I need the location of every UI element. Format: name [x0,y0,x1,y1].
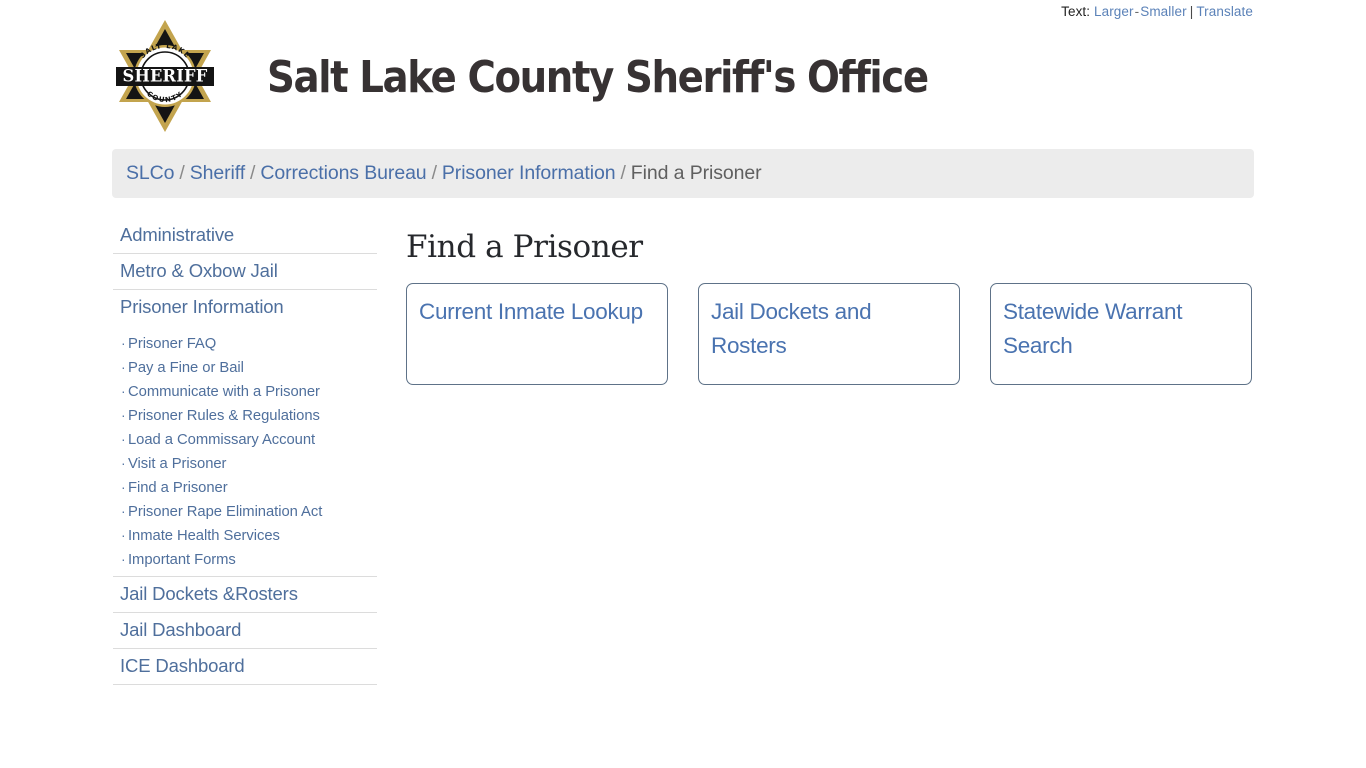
breadcrumb-bar: SLCo / Sheriff / Corrections Bureau / Prisoner… [112,149,1254,198]
breadcrumb-separator: / [431,162,437,184]
badge-banner-text: SHERIFF [123,66,208,85]
breadcrumb-item-corrections-bureau[interactable]: Corrections Bureau [260,162,426,184]
breadcrumb-item-current: Find a Prisoner [630,162,762,184]
main-content: Find a Prisoner Current Inmate Lookup Ja… [406,226,1254,385]
sidebar-subitem-find-a-prisoner[interactable]: · Find a Prisoner [121,476,377,500]
sidebar-subitem-label[interactable]: Communicate with a Prisoner [128,383,320,402]
sidebar-subitem-label[interactable]: Prisoner Rules & Regulations [128,407,320,426]
card-label: Current Inmate Lookup [419,299,643,324]
bullet-icon: · [121,454,126,471]
bullet-icon: · [121,430,126,447]
sidebar-subitem-load-a-commissary-account[interactable]: · Load a Commissary Account [121,428,377,452]
sidebar-navigation: Administrative Metro & Oxbow Jail Prison… [113,218,377,685]
sidebar-item-label[interactable]: Jail Dockets &Rosters [120,582,298,606]
resource-card-row: Current Inmate Lookup Jail Dockets and R… [406,283,1254,385]
sidebar-item-ice-dashboard[interactable]: ICE Dashboard [113,649,377,685]
sidebar-item-administrative[interactable]: Administrative [113,218,377,254]
breadcrumb-separator: / [179,162,185,184]
sidebar-item-prisoner-information[interactable]: Prisoner Information [113,290,377,325]
sidebar-item-label[interactable]: Administrative [120,223,234,247]
sidebar-item-label[interactable]: ICE Dashboard [120,654,245,678]
sidebar-subitem-prisoner-rules-regulations[interactable]: · Prisoner Rules & Regulations [121,404,377,428]
sidebar-item-label[interactable]: Prisoner Information [120,295,284,319]
sidebar-sublist-prisoner-information: · Prisoner FAQ · Pay a Fine or Bail · Co… [113,325,377,577]
sidebar-subitem-label[interactable]: Visit a Prisoner [128,455,226,474]
bullet-icon: · [121,550,126,567]
sheriff-badge-logo[interactable]: SALT LAKE COUNTY SHERIFF [112,18,218,134]
sidebar-subitem-pay-a-fine-or-bail[interactable]: · Pay a Fine or Bail [121,356,377,380]
card-statewide-warrant-search[interactable]: Statewide Warrant Search [990,283,1252,385]
sidebar-subitem-label[interactable]: Prisoner Rape Elimination Act [128,503,322,522]
sidebar-subitem-prisoner-faq[interactable]: · Prisoner FAQ [121,332,377,356]
sidebar-subitem-inmate-health-services[interactable]: · Inmate Health Services [121,524,377,548]
site-header: SALT LAKE COUNTY SHERIFF Salt Lake Count… [0,0,1366,145]
card-label: Statewide Warrant Search [1003,299,1183,358]
site-title: Salt Lake County Sheriff's Office [267,52,929,103]
sidebar-item-label[interactable]: Jail Dashboard [120,618,241,642]
bullet-icon: · [121,334,126,351]
sidebar-item-metro-oxbow-jail[interactable]: Metro & Oxbow Jail [113,254,377,290]
breadcrumb-separator: / [250,162,256,184]
bullet-icon: · [121,358,126,375]
sidebar-subitem-communicate-with-a-prisoner[interactable]: · Communicate with a Prisoner [121,380,377,404]
sidebar-subitem-label[interactable]: Load a Commissary Account [128,431,315,450]
bullet-icon: · [121,382,126,399]
breadcrumb: SLCo / Sheriff / Corrections Bureau / Prisoner… [126,162,762,185]
sidebar-item-jail-dashboard[interactable]: Jail Dashboard [113,613,377,649]
sidebar-item-label[interactable]: Metro & Oxbow Jail [120,259,278,283]
card-current-inmate-lookup[interactable]: Current Inmate Lookup [406,283,668,385]
page-title: Find a Prisoner [406,229,643,265]
breadcrumb-item-slco[interactable]: SLCo [126,162,174,184]
bullet-icon: · [121,502,126,519]
sidebar-subitem-visit-a-prisoner[interactable]: · Visit a Prisoner [121,452,377,476]
sidebar-subitem-label[interactable]: Prisoner FAQ [128,335,216,354]
card-label: Jail Dockets and Rosters [711,299,872,358]
sidebar-subitem-important-forms[interactable]: · Important Forms [121,548,377,572]
sidebar-subitem-label[interactable]: Pay a Fine or Bail [128,359,244,378]
sidebar-item-jail-dockets-rosters[interactable]: Jail Dockets &Rosters [113,577,377,613]
breadcrumb-item-prisoner-information[interactable]: Prisoner Information [442,162,616,184]
sidebar-subitem-label[interactable]: Inmate Health Services [128,527,280,546]
card-jail-dockets-and-rosters[interactable]: Jail Dockets and Rosters [698,283,960,385]
sidebar-subitem-label[interactable]: Find a Prisoner [128,479,228,498]
bullet-icon: · [121,478,126,495]
breadcrumb-separator: / [620,162,626,184]
bullet-icon: · [121,406,126,423]
sidebar-subitem-label[interactable]: Important Forms [128,551,236,570]
breadcrumb-item-sheriff[interactable]: Sheriff [190,162,245,184]
bullet-icon: · [121,526,126,543]
sidebar-subitem-prisoner-rape-elimination-act[interactable]: · Prisoner Rape Elimination Act [121,500,377,524]
